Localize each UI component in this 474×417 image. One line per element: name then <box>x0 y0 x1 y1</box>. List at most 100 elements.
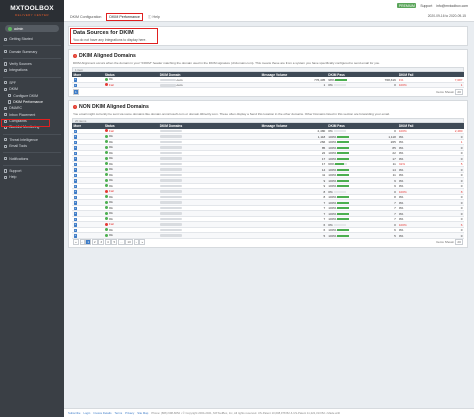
folder-icon <box>4 106 8 110</box>
expand-icon[interactable]: + <box>73 217 77 221</box>
pager-button[interactable]: 4 <box>104 239 111 246</box>
account-menu[interactable]: info@mxtoolbox.com <box>436 4 468 8</box>
sidebar-nav: Getting Started Domain Summary Verify Sour… <box>0 36 64 181</box>
status-badge: Ok <box>104 228 113 232</box>
brand-logo[interactable]: MXTOOLBOX DELIVERY CENTER <box>0 0 64 22</box>
home-icon <box>4 37 8 41</box>
pager-button[interactable]: ... <box>118 239 125 246</box>
pager-button[interactable]: 2 <box>91 239 98 246</box>
pager-button[interactable]: ‹ <box>79 239 85 246</box>
pager-button[interactable]: 3 <box>98 239 105 246</box>
tab-dkim-performance[interactable]: DKIM Performance <box>106 13 143 21</box>
status-badge: Ok <box>104 162 113 166</box>
pass-progress-bar <box>337 201 350 204</box>
footer-link[interactable]: Subscribe <box>68 411 80 415</box>
footer-link[interactable]: Site Map <box>137 411 148 415</box>
expand-icon[interactable]: + <box>73 211 77 216</box>
footer-link[interactable]: Terms <box>114 411 122 415</box>
expand-icon[interactable]: + <box>73 173 77 177</box>
footer-link[interactable]: Invoice Details <box>93 411 111 415</box>
pass-percent: 100% <box>328 217 337 221</box>
tab-help[interactable]: ⓘ Help <box>148 15 160 20</box>
expand-icon[interactable]: + <box>73 129 77 133</box>
domain-cell[interactable] <box>158 232 261 239</box>
expand-icon[interactable]: + <box>73 228 77 232</box>
expand-icon[interactable]: + <box>73 83 77 87</box>
expand-icon[interactable]: + <box>73 206 77 210</box>
top-right-tools: PREMIUM Support info@mxtoolbox.com <box>397 3 468 9</box>
pass-count: 9 <box>394 178 396 183</box>
support-link[interactable]: Support <box>420 4 432 8</box>
pass-count: 6 <box>394 228 396 232</box>
fail-count: 0 <box>460 228 463 232</box>
expand-icon[interactable]: + <box>73 195 77 199</box>
pass-progress-fill <box>337 157 350 160</box>
expand-icon[interactable]: + <box>73 140 77 144</box>
sidebar-item-label: Notifications <box>9 156 29 161</box>
redacted-domain <box>159 223 182 226</box>
expand-icon[interactable]: + <box>73 145 77 150</box>
pass-progress-bar <box>337 212 350 215</box>
expand-icon[interactable]: + <box>73 200 77 205</box>
expand-icon[interactable]: + <box>73 178 77 183</box>
footer-link[interactable]: Login <box>83 411 90 415</box>
redacted-domain <box>159 146 182 149</box>
fail-percent: 0% <box>398 228 404 232</box>
pass-progress-fill <box>337 152 350 155</box>
expand-icon[interactable]: + <box>73 151 77 155</box>
non-aligned-ipp-select[interactable]: 20 <box>455 239 463 246</box>
fail-percent: 31% <box>398 162 406 166</box>
pager-button[interactable]: « <box>73 239 79 246</box>
pager-button[interactable]: 1 <box>85 239 92 246</box>
pager-button[interactable]: 10 <box>125 239 133 246</box>
pager-button[interactable]: 5 <box>111 239 118 246</box>
non-aligned-items-per-page: Items Shown 20 <box>436 239 463 246</box>
check-circle-icon <box>104 151 108 155</box>
status-badge: Fail <box>104 189 114 193</box>
redacted-domain <box>159 129 182 133</box>
fail-count: 0 <box>460 134 463 139</box>
pager-button[interactable]: › <box>133 239 139 246</box>
table-row[interactable]: + Ok 5 100% 5 0% 0 <box>72 232 464 239</box>
expand-icon[interactable]: + <box>73 134 77 139</box>
expand-icon[interactable]: + <box>73 156 77 161</box>
fail-count: 8 <box>460 189 463 194</box>
domain-cell[interactable]: .com <box>158 82 261 89</box>
expand-icon[interactable]: + <box>73 233 77 238</box>
aligned-ipp-select[interactable]: 20 <box>455 88 463 95</box>
pass-progress-fill <box>337 141 350 144</box>
pager-button[interactable]: » <box>139 239 146 246</box>
aligned-table-body: + Ok .com 776,405 98% 768,316 1% 7,687 + Fail .com… <box>72 77 464 89</box>
fail-count: 0 <box>460 178 463 183</box>
expand-icon[interactable]: + <box>73 222 77 227</box>
status-cell: Fail <box>103 82 159 89</box>
redacted-domain <box>159 195 182 199</box>
pass-progress-bar <box>337 179 350 182</box>
expand-icon[interactable]: + <box>73 77 77 82</box>
check-circle-icon <box>104 156 108 160</box>
pass-count: 22 <box>392 151 396 155</box>
expand-icon[interactable]: + <box>73 162 77 166</box>
pass-count: 0 <box>394 222 396 227</box>
non-aligned-header: ! NON DKIM Aligned Domains <box>69 101 467 111</box>
aligned-page-1[interactable]: 1 <box>73 88 79 95</box>
expand-icon[interactable]: + <box>73 184 77 188</box>
gear-icon <box>8 93 12 98</box>
pass-percent: 100% <box>328 140 337 144</box>
user-menu[interactable]: admin <box>5 25 59 32</box>
sidebar-item-help[interactable]: Help <box>0 174 64 180</box>
pass-progress-bar <box>337 146 350 149</box>
tab-bar: DKIM Configuration DKIM Performance ⓘ He… <box>70 13 160 21</box>
pass-progress-bar <box>337 229 350 232</box>
dkim-fail-cell: 0% 0 <box>397 232 464 239</box>
pass-progress-fill <box>337 168 350 171</box>
tab-dkim-configuration[interactable]: DKIM Configuration <box>70 15 101 19</box>
expand-icon[interactable]: + <box>73 189 77 194</box>
date-range[interactable]: 2020-09-16 to 2020-09-15 <box>428 14 466 18</box>
footer-link[interactable]: Privacy <box>125 411 134 415</box>
expand-icon[interactable]: + <box>73 167 77 172</box>
check-circle-icon <box>104 145 108 149</box>
table-row[interactable]: + Fail .com 1 0% 0 100% 1 <box>72 82 464 89</box>
fail-count: 7,687 <box>454 77 463 82</box>
fail-percent: 0% <box>398 167 404 172</box>
